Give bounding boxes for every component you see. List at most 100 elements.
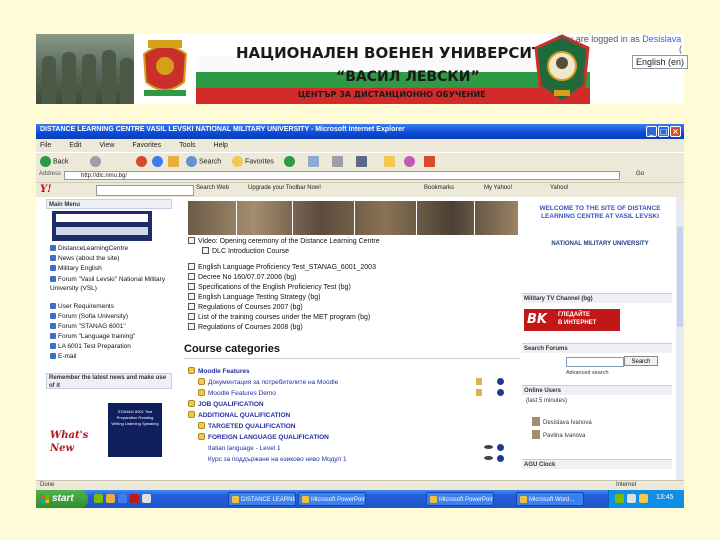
course-italian-level1[interactable]: Italian language - Level 1 <box>208 444 281 452</box>
search-web-button[interactable]: Search Web <box>196 185 229 191</box>
advanced-search-link[interactable]: Advanced search <box>566 370 609 376</box>
link-regulations-2008[interactable]: Regulations of Courses 2008 (bg) <box>188 323 303 331</box>
link-video-opening[interactable]: Video: Opening ceremony of the Distance … <box>188 237 380 245</box>
info-icon[interactable] <box>497 389 504 396</box>
link-specifications[interactable]: Specifications of the English Proficienc… <box>188 283 351 291</box>
menu-item-news[interactable]: News (about the site) <box>50 255 119 262</box>
assignment-icon[interactable] <box>476 389 482 396</box>
my-yahoo-button[interactable]: My Yahoo! <box>484 185 512 191</box>
menu-edit[interactable]: Edit <box>69 142 81 149</box>
menu-help[interactable]: Help <box>214 142 228 149</box>
menu-item-email[interactable]: E-mail <box>50 353 76 360</box>
messenger-button[interactable] <box>404 156 417 168</box>
category-additional-qualification[interactable]: ADDITIONAL QUALIFICATION <box>188 411 290 419</box>
quicklaunch-icon[interactable] <box>130 494 139 503</box>
maximize-button[interactable]: □ <box>658 126 669 137</box>
menu-item-military-english[interactable]: Military English <box>50 265 102 272</box>
menu-item-dlc[interactable]: DistanceLearningCentre <box>50 245 128 252</box>
category-moodle-demo[interactable]: Moodle Features Demo <box>198 389 276 397</box>
quicklaunch-icon[interactable] <box>142 494 151 503</box>
menu-view[interactable]: View <box>99 142 114 149</box>
link-regulations-2007[interactable]: Regulations of Courses 2007 (bg) <box>188 303 303 311</box>
course-language-maintenance[interactable]: Курс за поддържане на езиково ниво Модул… <box>208 455 347 463</box>
menu-item-forum-stanag[interactable]: Forum "STANAG 6001" <box>50 323 126 330</box>
research-button[interactable] <box>424 156 437 168</box>
close-button[interactable]: × <box>670 126 681 137</box>
soldiers-photo <box>36 34 134 104</box>
yahoo-search-input[interactable] <box>96 185 194 196</box>
page-scrollbar[interactable] <box>676 197 684 493</box>
logged-in-user-link[interactable]: Desislava <box>642 34 681 44</box>
minimize-button[interactable]: _ <box>646 126 657 137</box>
folder-button[interactable] <box>384 156 397 168</box>
history-button[interactable] <box>284 156 297 168</box>
bookmarks-button[interactable]: Bookmarks <box>424 185 454 191</box>
online-user[interactable]: Pavlina Ivanova <box>532 430 585 439</box>
menu-item-forum-vsl[interactable]: Forum "Vasil Levski" National Military U… <box>50 275 168 293</box>
link-stanag-test[interactable]: English Language Proficiency Test_STANAG… <box>188 263 376 271</box>
menu-item-forum-sofia[interactable]: Forum (Sofia University) <box>50 313 128 320</box>
online-users-header: Online Users <box>522 385 672 395</box>
category-moodle-docs[interactable]: Документация за потребителите на Moodle <box>198 378 338 386</box>
yahoo-button[interactable]: Yahoo! <box>550 185 569 191</box>
menu-item-forum-language[interactable]: Forum "Language training" <box>50 333 135 340</box>
taskbar-task-ppt[interactable]: Microsoft PowerPoint... <box>298 492 366 506</box>
menu-tools[interactable]: Tools <box>179 142 195 149</box>
assignment-icon[interactable] <box>476 378 482 385</box>
messenger-icon <box>404 156 415 167</box>
back-button[interactable]: Back <box>40 156 69 168</box>
link-met-courses[interactable]: List of the training courses under the M… <box>188 313 370 321</box>
taskbar-task-word[interactable]: Microsoft Word... <box>516 492 584 506</box>
link-testing-strategy[interactable]: English Language Testing Strategy (bg) <box>188 293 320 301</box>
info-icon[interactable] <box>497 444 504 451</box>
info-icon[interactable] <box>497 378 504 385</box>
search-button[interactable]: Search <box>186 156 221 168</box>
folder-icon <box>384 156 395 167</box>
category-job-qualification[interactable]: JOB QUALIFICATION <box>188 400 264 408</box>
upgrade-toolbar-link[interactable]: Upgrade your Toolbar Now! <box>248 185 321 191</box>
stop-button[interactable] <box>136 156 149 168</box>
forum-search-input[interactable] <box>566 357 624 367</box>
category-targeted-qualification[interactable]: TARGETED QUALIFICATION <box>198 422 296 430</box>
print-button[interactable] <box>332 156 345 168</box>
category-moodle-features[interactable]: Moodle Features <box>188 367 250 375</box>
mail-button[interactable] <box>308 156 321 168</box>
taskbar-task-ie[interactable]: DISTANCE LEARNING... <box>228 492 296 506</box>
forum-search-button[interactable]: Search <box>624 356 658 366</box>
menu-item-user-requirements[interactable]: User Requirements <box>50 303 114 310</box>
link-dlc-intro[interactable]: DLC Introduction Course <box>202 247 289 255</box>
welcome-text: WELCOME TO THE SITE OF DISTANCE LEARNING… <box>539 205 661 220</box>
online-user[interactable]: Desislava Ivanova <box>532 417 592 426</box>
quicklaunch-icon[interactable] <box>118 494 127 503</box>
quicklaunch-icon[interactable] <box>94 494 103 503</box>
home-button[interactable] <box>168 156 181 168</box>
go-button[interactable]: Go <box>636 171 644 177</box>
tray-icon[interactable] <box>627 494 636 503</box>
refresh-button[interactable] <box>152 156 165 168</box>
university-emblem-icon <box>534 34 590 104</box>
favorites-button[interactable]: Favorites <box>232 156 274 168</box>
centre-name: ЦЕНТЪР ЗА ДИСТАНЦИОННО ОБУЧЕНИЕ <box>298 90 486 99</box>
language-select[interactable]: English (en) <box>632 55 688 69</box>
bulgarian-coat-of-arms-icon <box>142 40 188 96</box>
scrollbar-thumb[interactable] <box>677 227 683 327</box>
quicklaunch-icon[interactable] <box>106 494 115 503</box>
tray-icon[interactable] <box>639 494 648 503</box>
yahoo-logo[interactable]: Y! <box>40 184 52 195</box>
refresh-icon <box>152 156 163 167</box>
menu-favorites[interactable]: Favorites <box>132 142 161 149</box>
menu-item-la6001[interactable]: LA 6001 Test Preparation <box>50 343 131 350</box>
menu-file[interactable]: File <box>40 142 51 149</box>
guest-access-icon[interactable] <box>484 456 493 460</box>
avatar <box>532 430 540 439</box>
guest-access-icon[interactable] <box>484 445 493 449</box>
link-decree[interactable]: Decree No 160/07.07.2006 (bg) <box>188 273 296 281</box>
taskbar-task-ppt2[interactable]: Microsoft PowerPoint... <box>426 492 494 506</box>
forward-button[interactable] <box>90 156 103 168</box>
edit-button[interactable] <box>356 156 369 168</box>
address-input[interactable]: http://dlc.nmu.bg/ <box>64 171 620 180</box>
info-icon[interactable] <box>497 455 504 462</box>
window-titlebar: DISTANCE LEARNING CENTRE VASIL LEVSKI NA… <box>36 124 684 139</box>
tray-icon[interactable] <box>615 494 624 503</box>
category-foreign-language[interactable]: FOREIGN LANGUAGE QUALIFICATION <box>198 433 329 441</box>
